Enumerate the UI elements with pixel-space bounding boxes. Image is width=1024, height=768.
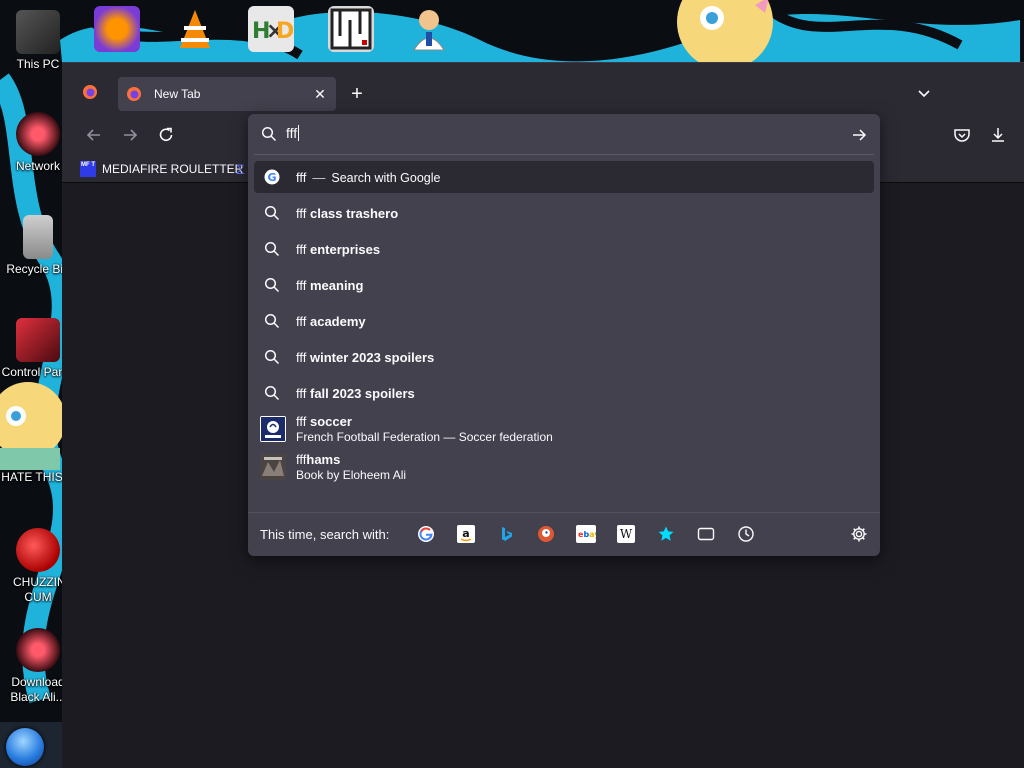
bookmark-mediafire-rouletter[interactable]: MF T MEDIAFIRE ROULETTER bbox=[80, 161, 243, 177]
desktop-icon-label: Network bbox=[15, 159, 60, 173]
result-row-rich-hams[interactable]: fffhams Book by Eloheem Ali bbox=[254, 449, 874, 485]
wikipedia-icon: W bbox=[617, 525, 635, 543]
svg-text:W: W bbox=[620, 527, 633, 541]
desktop-icon-label: Download Black Ali... bbox=[10, 675, 66, 704]
amazon-icon: a bbox=[457, 525, 475, 543]
urlbar-popup: fff G fff — Search with Google fff class t… bbox=[248, 114, 880, 556]
google-icon: G bbox=[264, 169, 280, 185]
control-panel-icon bbox=[16, 318, 60, 362]
back-arrow-icon[interactable] bbox=[84, 125, 104, 145]
result-row-suggestion[interactable]: fff winter 2023 spoilers bbox=[254, 339, 874, 375]
result-text: fff — Search with Google bbox=[296, 169, 441, 185]
result-row-suggestion[interactable]: fff academy bbox=[254, 303, 874, 339]
mediafire-bookmark-icon: MF T bbox=[80, 161, 96, 177]
close-tab-icon[interactable]: ✕ bbox=[310, 84, 330, 104]
result-text: fff fall 2023 spoilers bbox=[296, 385, 415, 401]
pocket-icon[interactable] bbox=[952, 125, 972, 145]
network-icon bbox=[16, 112, 60, 156]
bing-engine-button[interactable] bbox=[496, 524, 516, 544]
tab-title: New Tab bbox=[154, 87, 201, 101]
result-row-suggestion[interactable]: fff fall 2023 spoilers bbox=[254, 375, 874, 411]
amazon-engine-button[interactable]: a bbox=[456, 524, 476, 544]
desktop-icon-label: This PC bbox=[16, 57, 60, 71]
bookmark-label: MEDIAFIRE ROULETTER bbox=[102, 162, 244, 176]
download-app-icon bbox=[16, 628, 60, 672]
search-icon bbox=[264, 205, 280, 221]
result-text: fff enterprises bbox=[296, 241, 381, 257]
desktop-icon-label: Recycle Bin bbox=[6, 262, 70, 276]
rich-result-text: fffhams Book by Eloheem Ali bbox=[296, 452, 407, 482]
result-text: fff class trashero bbox=[296, 205, 399, 221]
rich-result-subtitle: Book by Eloheem Ali bbox=[296, 468, 407, 482]
one-off-search-row: This time, search with: a eba W bbox=[248, 512, 880, 556]
result-text: fff meaning bbox=[296, 277, 364, 293]
computer-icon bbox=[16, 10, 60, 54]
go-arrow-icon[interactable] bbox=[850, 126, 868, 144]
firefox-favicon-icon bbox=[127, 87, 141, 101]
results-list: G fff — Search with Google fff class trash… bbox=[254, 161, 874, 485]
result-row-rich-soccer[interactable]: fff soccer French Football Federation — … bbox=[254, 411, 874, 447]
tab-icon bbox=[697, 527, 715, 541]
bookmark-extra-icon[interactable]: Σ bbox=[236, 161, 248, 177]
result-row-search-google[interactable]: G fff — Search with Google bbox=[254, 161, 874, 193]
reload-icon[interactable] bbox=[156, 125, 176, 145]
tab-new-tab[interactable]: New Tab ✕ bbox=[118, 77, 336, 111]
download-icon[interactable] bbox=[988, 125, 1008, 145]
new-tab-button[interactable]: + bbox=[346, 83, 368, 105]
recycle-bin-icon bbox=[23, 215, 53, 259]
ebay-icon: ebay bbox=[576, 525, 596, 543]
url-input[interactable]: fff bbox=[248, 114, 880, 154]
search-icon bbox=[264, 349, 280, 365]
firefox-menu-icon[interactable] bbox=[82, 84, 98, 100]
svg-text:ebay: ebay bbox=[578, 530, 596, 539]
svg-text:D: D bbox=[276, 19, 294, 44]
result-text: fff winter 2023 spoilers bbox=[296, 349, 435, 365]
search-icon bbox=[261, 126, 277, 142]
maze-game-desktop-icon[interactable] bbox=[328, 6, 374, 52]
wikipedia-engine-button[interactable]: W bbox=[616, 524, 636, 544]
search-icon bbox=[264, 313, 280, 329]
hxd-desktop-icon[interactable]: H × D bbox=[248, 6, 294, 52]
chuzzle-icon bbox=[16, 528, 60, 572]
history-engine-button[interactable] bbox=[736, 524, 756, 544]
divider bbox=[254, 154, 874, 155]
vlc-desktop-icon[interactable] bbox=[172, 6, 218, 52]
google-icon bbox=[418, 526, 434, 542]
gear-icon[interactable] bbox=[850, 525, 868, 543]
bookmarks-engine-button[interactable] bbox=[656, 524, 676, 544]
firefox-desktop-icon[interactable] bbox=[94, 6, 140, 52]
start-button[interactable] bbox=[6, 728, 44, 766]
result-row-suggestion[interactable]: fff enterprises bbox=[254, 231, 874, 267]
rich-result-text: fff soccer French Football Federation — … bbox=[296, 414, 553, 444]
rich-result-subtitle: French Football Federation — Soccer fede… bbox=[296, 430, 553, 444]
svg-text:a: a bbox=[462, 527, 469, 540]
tab-strip: New Tab ✕ + bbox=[62, 63, 1024, 113]
desktop-icon-label: CHUZZIN CUM bbox=[13, 575, 66, 604]
search-icon bbox=[264, 277, 280, 293]
clock-icon bbox=[738, 526, 754, 542]
result-row-suggestion[interactable]: fff class trashero bbox=[254, 195, 874, 231]
duckduckgo-engine-button[interactable] bbox=[536, 524, 556, 544]
bing-icon bbox=[502, 527, 512, 541]
doctor-desktop-icon[interactable] bbox=[406, 6, 452, 52]
star-icon bbox=[658, 526, 674, 541]
svg-text:G: G bbox=[267, 171, 276, 184]
chevron-down-icon[interactable] bbox=[914, 83, 934, 103]
result-row-suggestion[interactable]: fff meaning bbox=[254, 267, 874, 303]
book-cover-icon bbox=[260, 454, 286, 480]
forward-arrow-icon[interactable] bbox=[120, 125, 140, 145]
result-text: fff academy bbox=[296, 313, 366, 329]
one-off-label: This time, search with: bbox=[260, 527, 390, 542]
tabs-engine-button[interactable] bbox=[696, 524, 716, 544]
ebay-engine-button[interactable]: ebay bbox=[576, 524, 596, 544]
google-engine-button[interactable] bbox=[416, 524, 436, 544]
search-icon bbox=[264, 385, 280, 401]
search-icon bbox=[264, 241, 280, 257]
fff-crest-icon bbox=[260, 416, 286, 442]
duckduckgo-icon bbox=[538, 526, 554, 542]
url-input-text[interactable]: fff bbox=[286, 125, 300, 141]
